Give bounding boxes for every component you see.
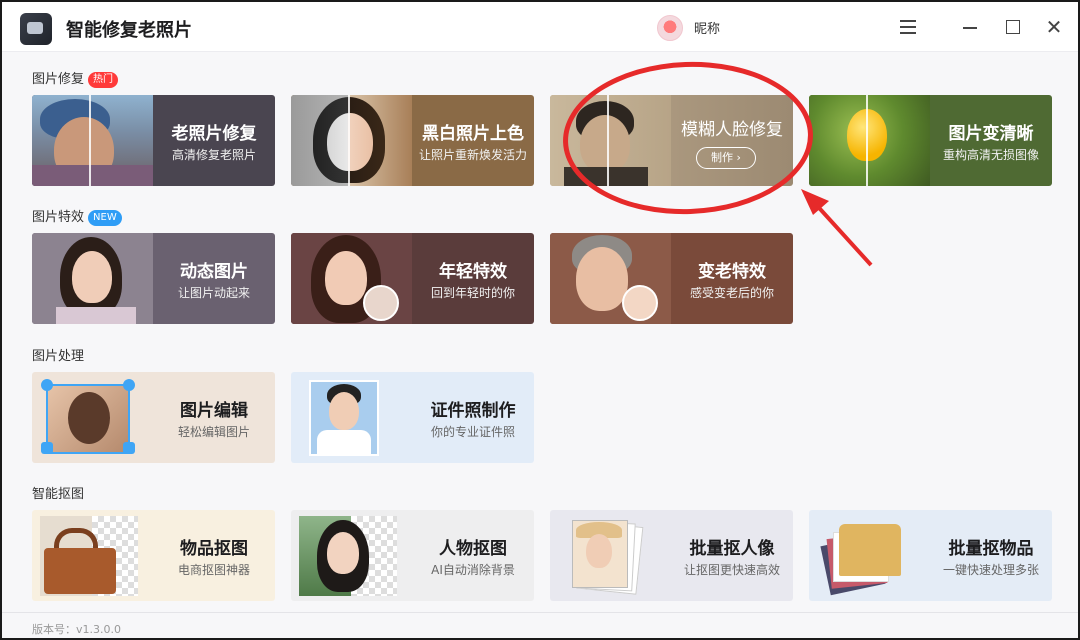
section-label-cutout: 智能抠图 [32, 487, 85, 502]
card-title: 变老特效 [698, 262, 766, 282]
close-icon[interactable]: ✕ [1041, 14, 1067, 40]
app-window: 智能修复老照片 昵称 ✕ 图片修复 热门 老照片修复 高清修复老照片 黑白照片上色 [0, 0, 1080, 640]
card-subtitle: 感受变老后的你 [689, 286, 774, 300]
menu-icon[interactable] [895, 14, 921, 40]
handbag-photo [32, 510, 153, 601]
card-sharpen[interactable]: 图片变清晰 重构高清无损图像 [809, 95, 1052, 186]
card-title: 物品抠图 [180, 539, 248, 559]
card-old-photo-repair[interactable]: 老照片修复 高清修复老照片 [32, 95, 275, 186]
edit-sample-photo [32, 372, 153, 463]
card-person-cutout[interactable]: 人物抠图 AI自动消除背景 [291, 510, 534, 601]
card-title: 老照片修复 [171, 124, 257, 144]
version-label: 版本号：v1.3.0.0 [32, 623, 121, 636]
title-bar: 智能修复老照片 昵称 ✕ [2, 2, 1078, 52]
card-title: 图片变清晰 [948, 124, 1034, 144]
older-woman-photo [550, 233, 671, 324]
woman-bw-color-photo [291, 95, 412, 186]
card-subtitle: 高清修复老照片 [171, 148, 256, 162]
section-label-repair: 图片修复 热门 [32, 68, 119, 88]
card-title: 动态图片 [180, 262, 248, 282]
card-subtitle: 让照片重新焕发活力 [418, 148, 527, 162]
card-subtitle: 你的专业证件照 [430, 425, 515, 439]
card-title: 批量抠物品 [948, 539, 1034, 559]
user-nickname[interactable]: 昵称 [694, 18, 720, 37]
section-label-effects: 图片特效 NEW [32, 206, 122, 226]
card-subtitle: 轻松编辑图片 [177, 425, 250, 439]
card-younger-effect[interactable]: 年轻特效 回到年轻时的你 [291, 233, 534, 324]
card-title: 年轻特效 [439, 262, 507, 282]
card-subtitle: 让图片动起来 [177, 286, 250, 300]
card-title: 证件照制作 [430, 401, 516, 421]
card-image-edit[interactable]: 图片编辑 轻松编辑图片 [32, 372, 275, 463]
batch-tshirt-photos [809, 510, 930, 601]
app-title: 智能修复老照片 [66, 20, 192, 41]
card-dynamic-image[interactable]: 动态图片 让图片动起来 [32, 233, 275, 324]
batch-person-photos [550, 510, 671, 601]
card-batch-person-cutout[interactable]: 批量抠人像 让抠图更快速高效 [550, 510, 793, 601]
section-title: 图片特效 [32, 210, 85, 225]
card-colorize[interactable]: 黑白照片上色 让照片重新焕发活力 [291, 95, 534, 186]
card-title: 图片编辑 [180, 401, 248, 421]
card-batch-object-cutout[interactable]: 批量抠物品 一键快速处理多张 [809, 510, 1052, 601]
young-woman-photo [291, 233, 412, 324]
hot-badge: 热门 [88, 72, 119, 88]
new-badge: NEW [88, 210, 122, 226]
card-object-cutout[interactable]: 物品抠图 电商抠图神器 [32, 510, 275, 601]
section-title: 图片修复 [32, 72, 85, 87]
card-subtitle: 一键快速处理多张 [942, 563, 1039, 577]
card-subtitle: 电商抠图神器 [177, 563, 250, 577]
tulip-photo [809, 95, 930, 186]
card-title: 批量抠人像 [689, 539, 775, 559]
minimize-icon[interactable] [957, 14, 983, 40]
card-subtitle: 重构高清无损图像 [942, 148, 1039, 162]
section-label-processing: 图片处理 [32, 349, 85, 364]
maximize-icon[interactable] [999, 14, 1025, 40]
woman-thinking-photo [32, 233, 153, 324]
person-cutout-photo [291, 510, 412, 601]
app-logo-icon [20, 13, 52, 45]
highlight-ellipse [560, 57, 816, 219]
id-photo-sample [291, 372, 412, 463]
footer-divider [2, 612, 1078, 613]
old-woman-photo [32, 95, 153, 186]
user-avatar[interactable] [657, 15, 683, 41]
card-title: 黑白照片上色 [422, 124, 524, 144]
arrow-annotation-icon [801, 189, 873, 267]
card-subtitle: 回到年轻时的你 [430, 286, 515, 300]
card-id-photo[interactable]: 证件照制作 你的专业证件照 [291, 372, 534, 463]
card-subtitle: AI自动消除背景 [431, 563, 515, 577]
card-subtitle: 让抠图更快速高效 [683, 563, 780, 577]
card-title: 人物抠图 [439, 539, 507, 559]
card-older-effect[interactable]: 变老特效 感受变老后的你 [550, 233, 793, 324]
